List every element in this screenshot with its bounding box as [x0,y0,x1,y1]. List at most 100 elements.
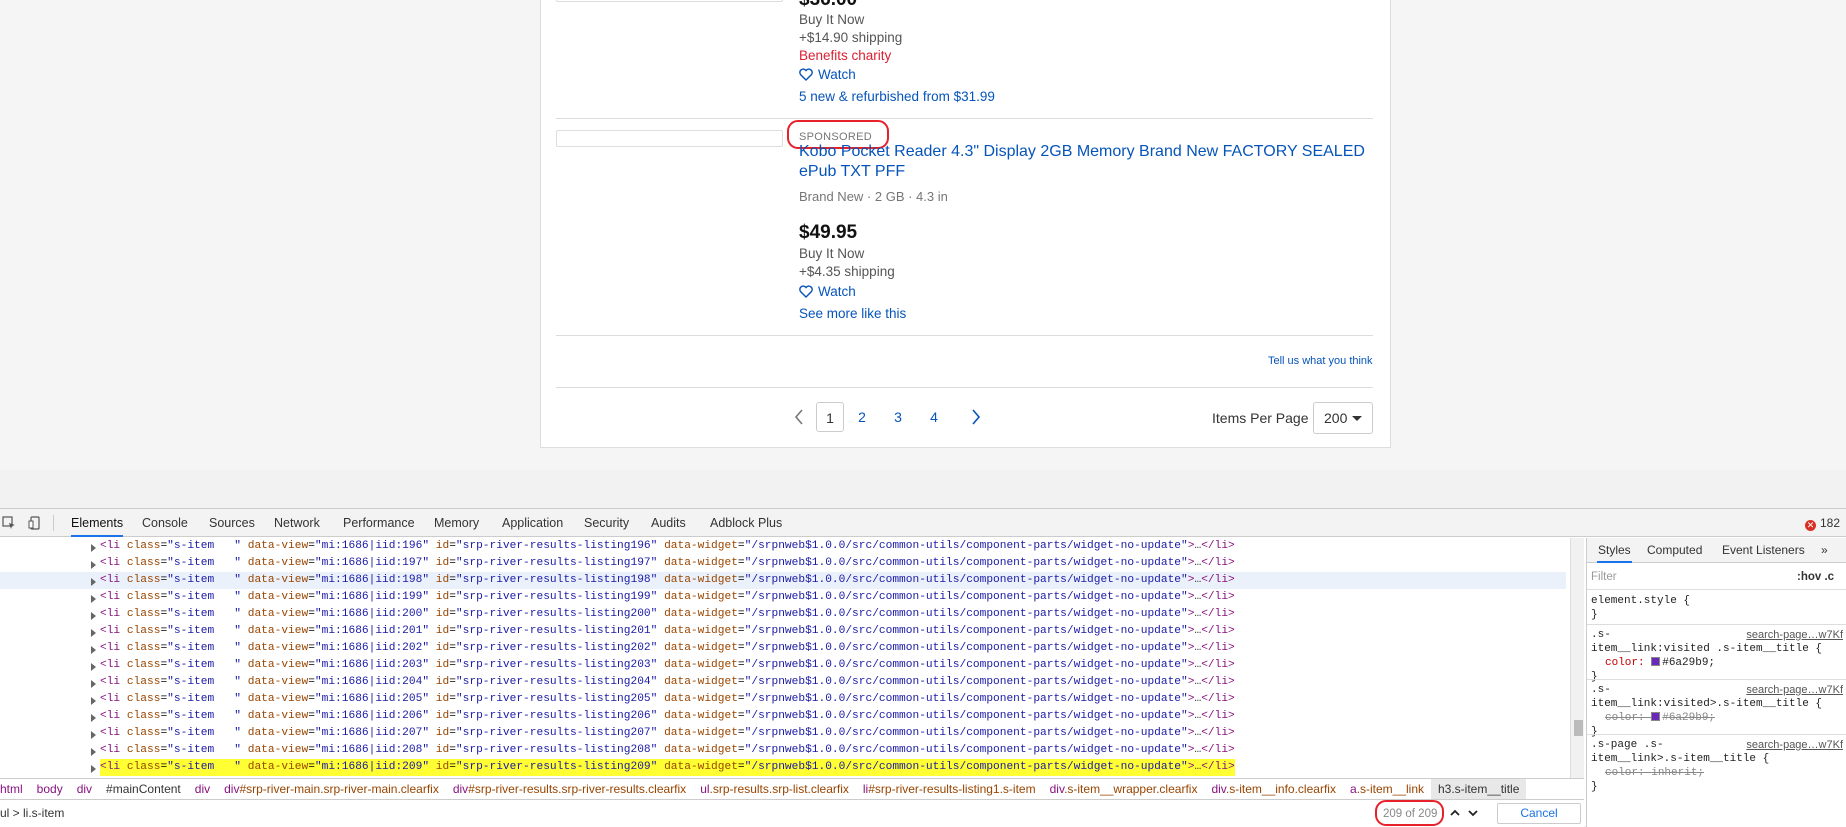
rule-source-link[interactable]: search-page…w7Kf [1746,738,1843,752]
breadcrumb-item[interactable]: div#srp-river-results.srp-river-results.… [446,779,693,799]
expand-triangle-icon[interactable] [91,697,96,705]
expand-triangle-icon[interactable] [91,731,96,739]
page-link-4[interactable]: 4 [920,402,948,432]
styles-filter-input[interactable]: Filter [1591,568,1761,586]
device-toolbar-icon[interactable] [28,516,42,530]
expand-triangle-icon[interactable] [91,612,96,620]
error-counter[interactable]: ✕ 182 [1804,509,1840,537]
listing-title-line2[interactable]: ePub TXT PFF [799,163,905,181]
scrollbar-thumb[interactable] [1574,720,1583,736]
rule-property[interactable]: color: #6a29b9; [1591,711,1843,725]
rule-source-link[interactable]: search-page…w7Kf [1746,628,1843,642]
tab-elements[interactable]: Elements [71,509,124,537]
dom-search-input[interactable] [0,806,1360,820]
dom-node-row[interactable]: <li class="s-item " data-view="mi:1686|i… [0,572,1566,589]
rule-selector[interactable]: item__link:visited>.s-item__title { [1591,697,1843,711]
chevron-up-icon[interactable] [1448,806,1462,820]
rule-selector[interactable]: item__link>.s-item__title { [1591,752,1843,766]
listing-watch-button[interactable]: Watch [799,284,856,299]
dom-node-row[interactable]: <li class="s-item " data-view="mi:1686|i… [0,691,1566,708]
tab-application[interactable]: Application [502,509,563,537]
prev-listing-thumbnail[interactable] [556,0,783,2]
dom-node-row[interactable]: <li class="s-item " data-view="mi:1686|i… [0,538,1566,555]
dom-scrollbar[interactable] [1570,538,1584,778]
rule-property[interactable]: color: #6a29b9; [1591,656,1843,670]
dom-node-row[interactable]: <li class="s-item " data-view="mi:1686|i… [0,640,1566,657]
color-swatch-icon[interactable] [1651,712,1661,721]
tab-adblock-plus[interactable]: Adblock Plus [710,509,782,537]
dom-node-row[interactable]: <li class="s-item " data-view="mi:1686|i… [0,555,1566,572]
hover-state-toggle[interactable]: :hov .c [1797,568,1834,586]
dom-node-row[interactable]: <li class="s-item " data-view="mi:1686|i… [0,759,1566,776]
tab-console[interactable]: Console [142,509,188,537]
expand-triangle-icon[interactable] [91,544,96,552]
dom-node-row[interactable]: <li class="s-item " data-view="mi:1686|i… [0,589,1566,606]
tab-audits[interactable]: Audits [651,509,686,537]
breadcrumb-item[interactable]: html [0,779,30,799]
expand-triangle-icon[interactable] [91,680,96,688]
breadcrumb-item[interactable]: li#srp-river-results-listing1.s-item [856,779,1043,799]
dom-node-row[interactable]: <li class="s-item " data-view="mi:1686|i… [0,657,1566,674]
next-page-icon[interactable] [970,408,982,426]
page-link-1[interactable]: 1 [816,402,844,432]
dom-node-row[interactable]: <li class="s-item " data-view="mi:1686|i… [0,742,1566,759]
expand-triangle-icon[interactable] [91,663,96,671]
expand-triangle-icon[interactable] [91,629,96,637]
breadcrumb-item[interactable]: #mainContent [99,779,188,799]
listing-divider [556,335,1373,336]
page-link-3[interactable]: 3 [884,402,912,432]
color-swatch-icon[interactable] [1651,657,1661,666]
tab-security[interactable]: Security [584,509,629,537]
tab-network[interactable]: Network [274,509,320,537]
breadcrumb-item[interactable]: body [30,779,70,799]
dom-node-code: <li class="s-item " data-view="mi:1686|i… [100,574,1235,586]
listing-buy-format: Buy It Now [799,246,865,261]
listing-title-line1[interactable]: Kobo Pocket Reader 4.3" Display 2GB Memo… [799,143,1365,161]
expand-triangle-icon[interactable] [91,714,96,722]
prev-listing-more-link[interactable]: 5 new & refurbished from $31.99 [799,89,995,104]
rule-source-link[interactable]: search-page…w7Kf [1746,683,1843,697]
styles-tab-bar: Styles Computed Event Listeners » [1587,538,1846,563]
breadcrumb-item[interactable]: ul.srp-results.srp-list.clearfix [693,779,856,799]
breadcrumb-list: html body div #mainContent div div#srp-river-… [0,779,1527,799]
chevron-down-icon[interactable] [1466,806,1480,820]
filter-divider [1587,589,1846,590]
expand-triangle-icon[interactable] [91,578,96,586]
prev-page-icon[interactable] [793,408,805,426]
tab-performance[interactable]: Performance [343,509,415,537]
tab-event-listeners[interactable]: Event Listeners [1722,538,1805,563]
rule-property[interactable]: color: inherit; [1591,766,1843,780]
expand-triangle-icon[interactable] [91,765,96,773]
dom-node-row[interactable]: <li class="s-item " data-view="mi:1686|i… [0,708,1566,725]
more-tabs-icon[interactable]: » [1821,538,1828,563]
inspect-element-icon[interactable] [2,516,16,530]
items-per-page-value: 200 [1324,410,1348,426]
breadcrumb-item[interactable]: div.s-item__info.clearfix [1204,779,1343,799]
breadcrumb-item[interactable]: div.s-item__wrapper.clearfix [1043,779,1205,799]
feedback-link[interactable]: Tell us what you think [1268,355,1373,367]
tab-memory[interactable]: Memory [434,509,479,537]
breadcrumb-item[interactable]: a.s-item__link [1343,779,1431,799]
tab-styles[interactable]: Styles [1597,538,1632,563]
breadcrumb-item[interactable]: h3.s-item__title [1431,779,1527,799]
expand-triangle-icon[interactable] [91,595,96,603]
cancel-search-button[interactable]: Cancel [1497,803,1581,824]
expand-triangle-icon[interactable] [91,748,96,756]
rule-selector[interactable]: item__link:visited .s-item__title { [1591,642,1843,656]
dom-node-row[interactable]: <li class="s-item " data-view="mi:1686|i… [0,606,1566,623]
tab-sources[interactable]: Sources [209,509,255,537]
expand-triangle-icon[interactable] [91,646,96,654]
tab-computed[interactable]: Computed [1647,538,1702,563]
expand-triangle-icon[interactable] [91,561,96,569]
breadcrumb-item[interactable]: div#srp-river-main.srp-river-main.clearf… [217,779,446,799]
listing-thumbnail[interactable] [556,130,783,147]
breadcrumb-item[interactable]: div [70,779,99,799]
dom-node-row[interactable]: <li class="s-item " data-view="mi:1686|i… [0,725,1566,742]
see-more-like-this-link[interactable]: See more like this [799,306,906,321]
items-per-page-select[interactable]: 200 [1313,402,1373,434]
dom-node-row[interactable]: <li class="s-item " data-view="mi:1686|i… [0,623,1566,640]
page-link-2[interactable]: 2 [848,402,876,432]
dom-node-row[interactable]: <li class="s-item " data-view="mi:1686|i… [0,674,1566,691]
prev-listing-watch-button[interactable]: Watch [799,67,856,82]
breadcrumb-item[interactable]: div [188,779,217,799]
